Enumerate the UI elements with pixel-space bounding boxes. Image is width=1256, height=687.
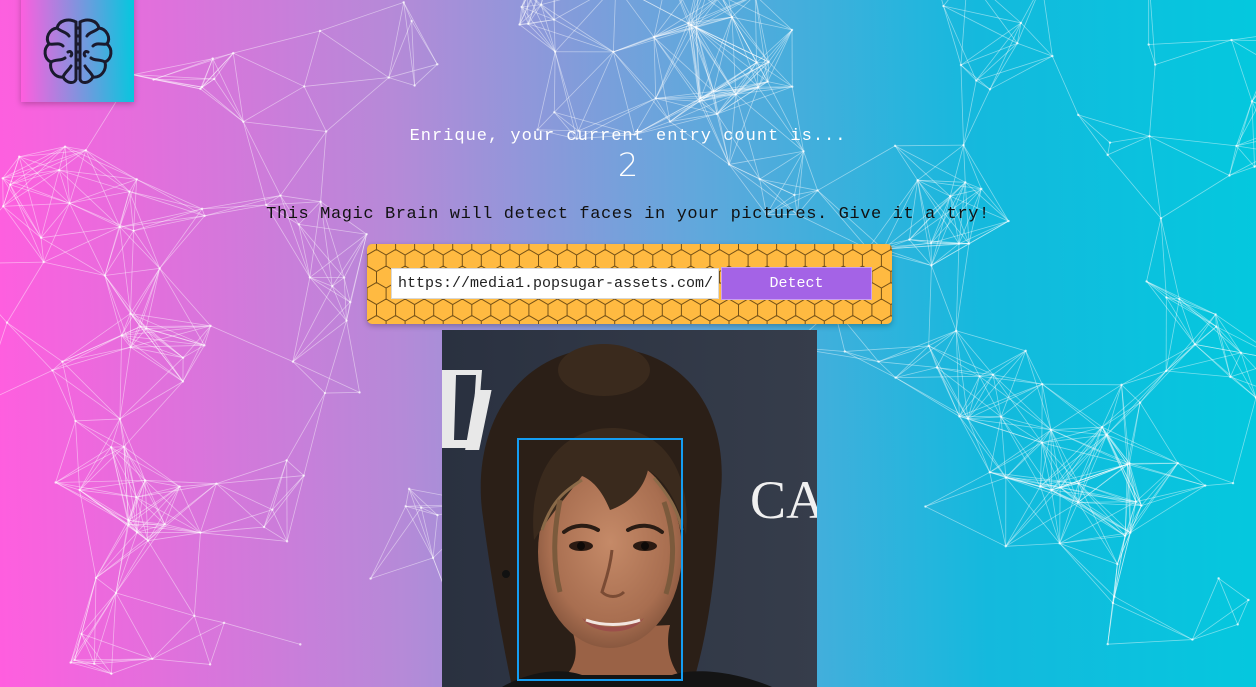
detection-image: CA xyxy=(442,330,817,687)
backdrop-lettering: CA xyxy=(750,470,817,530)
entry-count-value: 2 xyxy=(617,146,639,184)
brain-icon xyxy=(43,18,112,84)
detect-button[interactable]: Detect xyxy=(721,267,872,300)
logo-card[interactable] xyxy=(21,0,134,102)
image-url-input[interactable] xyxy=(391,268,719,299)
app-description: This Magic Brain will detect faces in yo… xyxy=(266,205,990,224)
entry-count-greeting: Enrique, your current entry count is... xyxy=(409,127,847,146)
image-url-form: Detect xyxy=(367,244,892,324)
face-bounding-box xyxy=(517,438,683,681)
